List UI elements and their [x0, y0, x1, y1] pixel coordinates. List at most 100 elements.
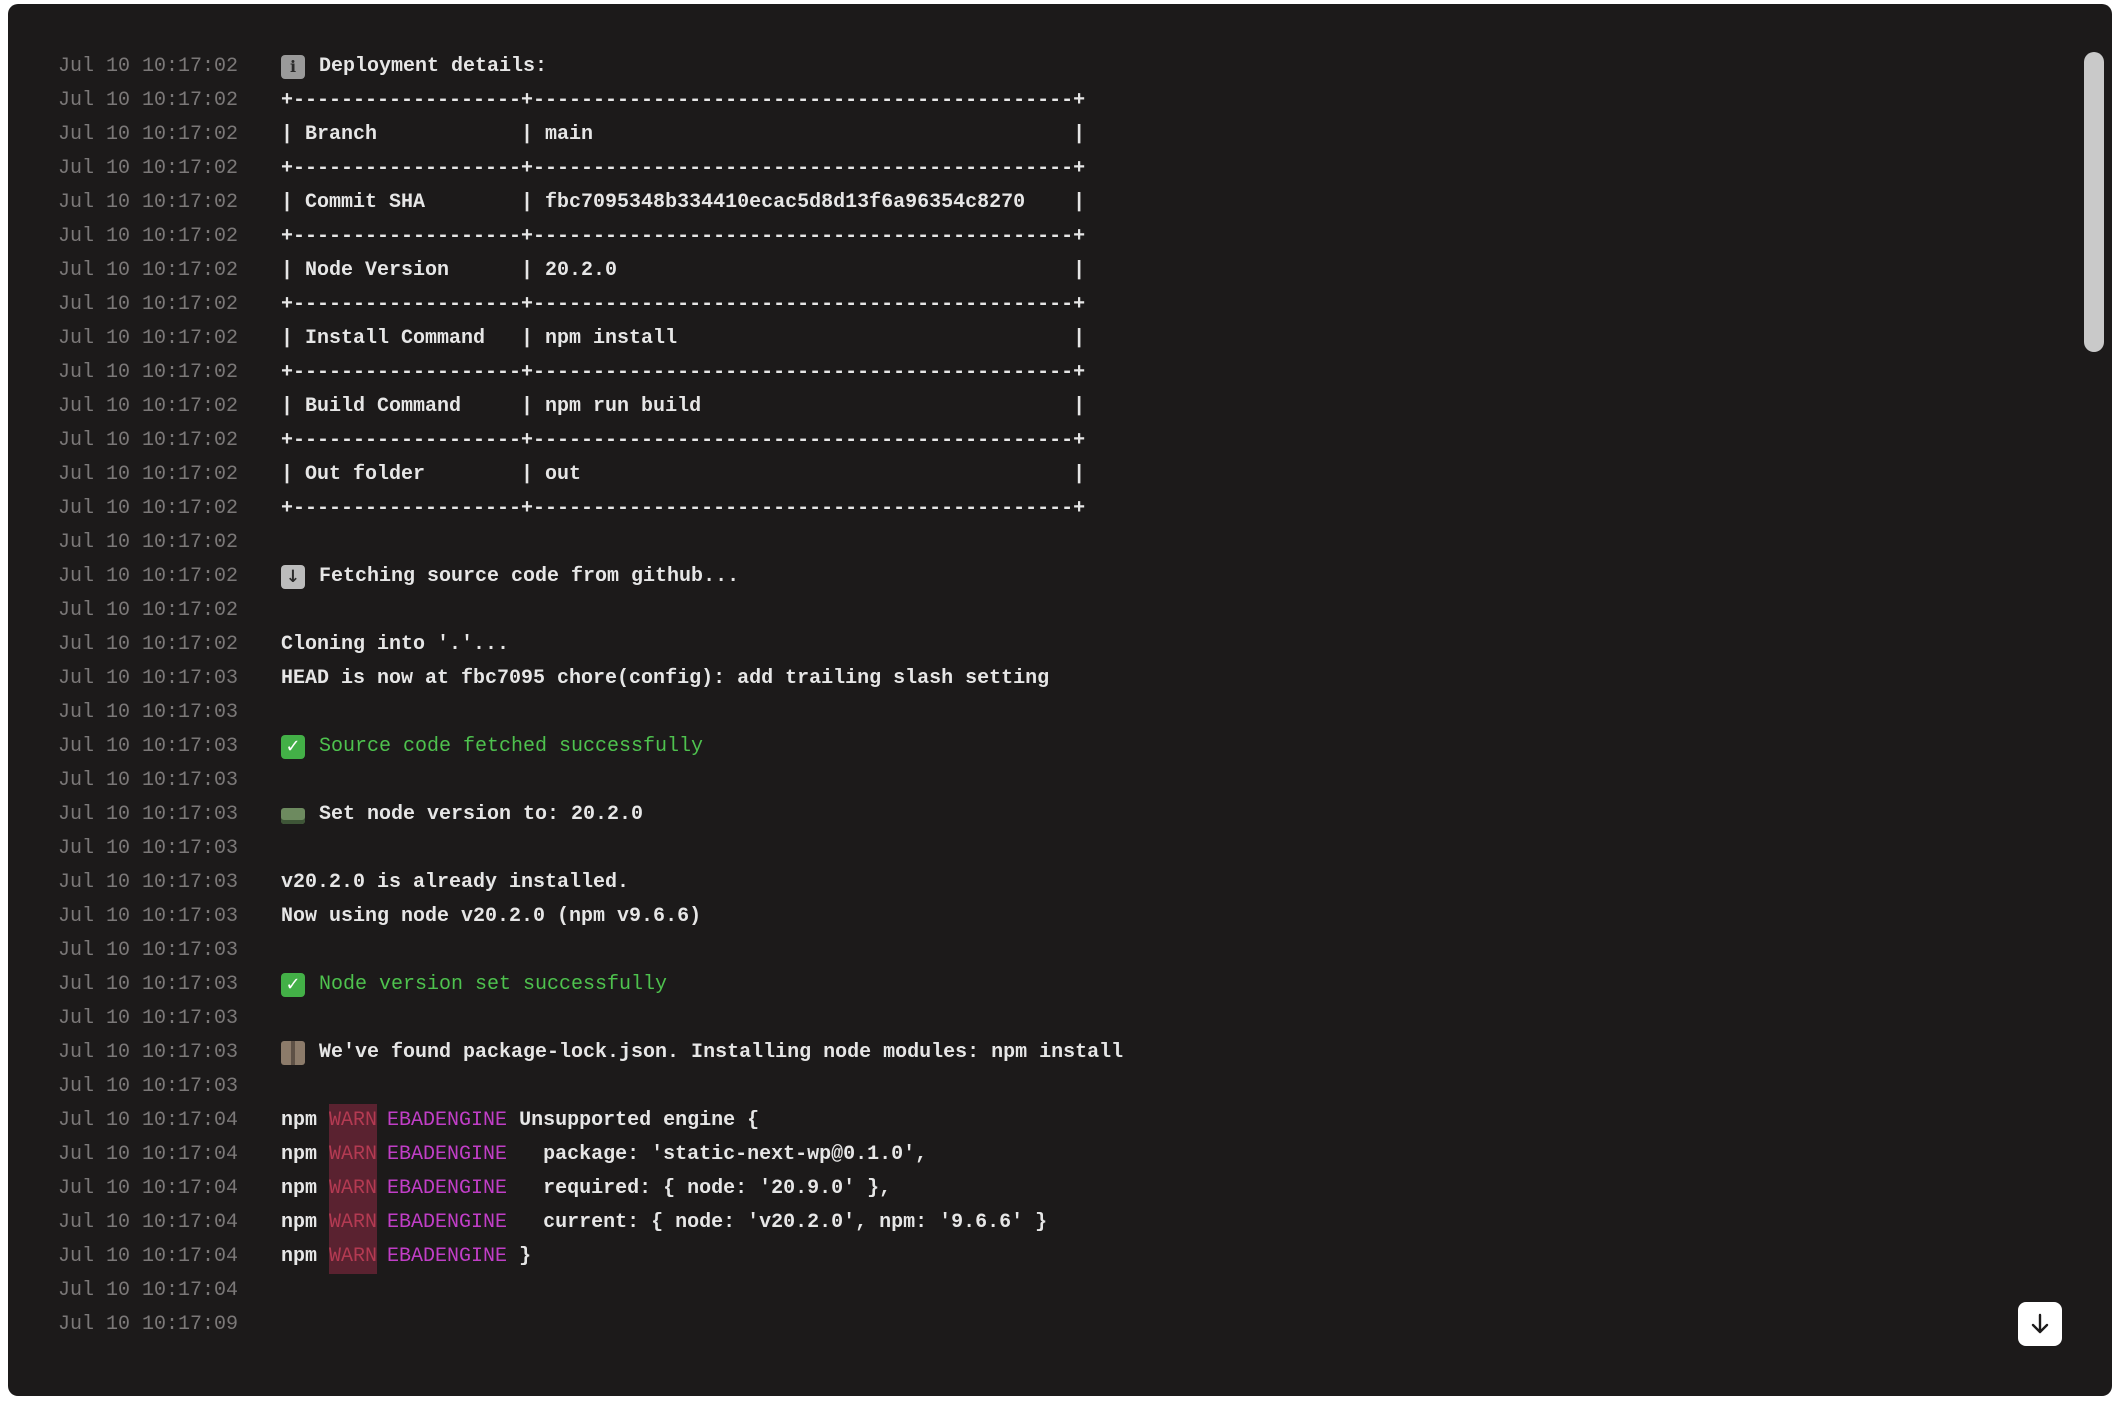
log-message: Now using node v20.2.0 (npm v9.6.6) [281, 900, 701, 934]
log-line: Jul 10 10:17:04 npm WARN EBADENGINE Unsuppor… [8, 1104, 2068, 1138]
log-message: +-------------------+-------------------… [281, 220, 1085, 254]
log-line: Jul 10 10:17:04 [8, 1274, 2068, 1308]
log-timestamp: Jul 10 10:17:02 [58, 191, 239, 214]
npm-prefix: npm [281, 1211, 318, 1234]
log-timestamp: Jul 10 10:17:03 [58, 939, 239, 962]
log-timestamp: Jul 10 10:17:02 [58, 531, 239, 554]
log-line: Jul 10 10:17:03 [8, 832, 2068, 866]
log-message: +-------------------+-------------------… [281, 492, 1085, 526]
log-line: Jul 10 10:17:02 Cloning into '.'... [8, 628, 2068, 662]
log-timestamp: Jul 10 10:17:02 [58, 361, 239, 384]
log-text: Cloning into '.'... [281, 633, 510, 656]
log-timestamp: Jul 10 10:17:03 [58, 1007, 239, 1030]
log-line: Jul 10 10:17:02 | Node Version | 20.2.0 | [8, 254, 2068, 288]
log-message: npm WARN EBADENGINE required: { node: '20.… [281, 1172, 891, 1206]
log-text: Source code fetched successfully [319, 735, 704, 758]
log-line: Jul 10 10:17:02 Fetching source code from… [8, 560, 2068, 594]
log-timestamp: Jul 10 10:17:03 [58, 769, 239, 792]
npm-prefix: npm [281, 1245, 318, 1268]
log-output: Jul 10 10:17:02 Deployment details: Jul 10… [8, 50, 2068, 1348]
log-text: current: { node: 'v20.2.0', npm: '9.6.6'… [519, 1211, 1048, 1234]
log-line: Jul 10 10:17:02 +-------------------+----… [8, 220, 2068, 254]
log-timestamp: Jul 10 10:17:03 [58, 735, 239, 758]
log-line: Jul 10 10:17:02 +-------------------+----… [8, 356, 2068, 390]
log-line: Jul 10 10:17:02 [8, 594, 2068, 628]
log-line: Jul 10 10:17:02 | Branch | main | [8, 118, 2068, 152]
log-line: Jul 10 10:17:04 npm WARN EBADENGINE require… [8, 1172, 2068, 1206]
log-line: Jul 10 10:17:03 Source code fetched succe… [8, 730, 2068, 764]
log-message: | Branch | main | [281, 118, 1085, 152]
log-line: Jul 10 10:17:03 Now using node v20.2.0 (n… [8, 900, 2068, 934]
log-line: Jul 10 10:17:02 | Build Command | npm run… [8, 390, 2068, 424]
log-line: Jul 10 10:17:02 | Install Command | npm i… [8, 322, 2068, 356]
log-timestamp: Jul 10 10:17:03 [58, 973, 239, 996]
log-timestamp: Jul 10 10:17:03 [58, 871, 239, 894]
warn-badge: WARN [329, 1104, 378, 1138]
log-timestamp: Jul 10 10:17:02 [58, 633, 239, 656]
log-timestamp: Jul 10 10:17:02 [58, 599, 239, 622]
log-message: We've found package-lock.json. Installin… [281, 1036, 1123, 1070]
warn-badge: WARN [329, 1206, 378, 1240]
log-timestamp: Jul 10 10:17:02 [58, 497, 239, 520]
log-timestamp: Jul 10 10:17:02 [58, 225, 239, 248]
log-line: Jul 10 10:17:04 npm WARN EBADENGINE current… [8, 1206, 2068, 1240]
log-text: Now using node v20.2.0 (npm v9.6.6) [281, 905, 702, 928]
log-timestamp: Jul 10 10:17:02 [58, 565, 239, 588]
log-text: Fetching source code from github... [319, 565, 740, 588]
log-message: Deployment details: [281, 50, 547, 84]
log-line: Jul 10 10:17:03 [8, 1070, 2068, 1104]
log-timestamp: Jul 10 10:17:02 [58, 395, 239, 418]
engine-code: EBADENGINE [387, 1177, 508, 1200]
log-text: We've found package-lock.json. Installin… [319, 1041, 1124, 1064]
log-text: } [519, 1245, 532, 1268]
log-text: Node version set successfully [319, 973, 668, 996]
npm-prefix: npm [281, 1177, 318, 1200]
log-timestamp: Jul 10 10:17:02 [58, 55, 239, 78]
log-message: | Install Command | npm install | [281, 322, 1085, 356]
log-line: Jul 10 10:17:04 npm WARN EBADENGINE package… [8, 1138, 2068, 1172]
engine-code: EBADENGINE [387, 1143, 508, 1166]
log-timestamp: Jul 10 10:17:03 [58, 701, 239, 724]
log-timestamp: Jul 10 10:17:04 [58, 1211, 239, 1234]
log-message: | Commit SHA | fbc7095348b334410ecac5d8d… [281, 186, 1085, 220]
log-timestamp: Jul 10 10:17:03 [58, 1075, 239, 1098]
log-message: Set node version to: 20.2.0 [281, 798, 643, 832]
log-message: npm WARN EBADENGINE} [281, 1240, 531, 1274]
log-message: | Build Command | npm run build | [281, 390, 1085, 424]
log-timestamp: Jul 10 10:17:02 [58, 429, 239, 452]
log-timestamp: Jul 10 10:17:03 [58, 667, 239, 690]
log-timestamp: Jul 10 10:17:03 [58, 1041, 239, 1064]
log-message: | Out folder | out | [281, 458, 1085, 492]
log-line: Jul 10 10:17:02 +-------------------+----… [8, 424, 2068, 458]
log-message: npm WARN EBADENGINE current: { node: 'v20.… [281, 1206, 1047, 1240]
log-message: HEAD is now at fbc7095 chore(config): ad… [281, 662, 1049, 696]
check-icon [281, 973, 305, 997]
scroll-to-bottom-button[interactable] [2018, 1302, 2062, 1346]
log-timestamp: Jul 10 10:17:04 [58, 1245, 239, 1268]
scrollbar-thumb[interactable] [2084, 52, 2104, 352]
log-message: npm WARN EBADENGINE package: 'static-next-… [281, 1138, 927, 1172]
log-line: Jul 10 10:17:03 v20.2.0 is already instal… [8, 866, 2068, 900]
log-text: +-------------------+-------------------… [281, 157, 1086, 180]
log-message: Cloning into '.'... [281, 628, 509, 662]
log-message: +-------------------+-------------------… [281, 424, 1085, 458]
log-message: | Node Version | 20.2.0 | [281, 254, 1085, 288]
log-text: | Commit SHA | fbc7095348b334410ecac5d8d… [281, 191, 1086, 214]
log-line: Jul 10 10:17:02 | Commit SHA | fbc7095348… [8, 186, 2068, 220]
log-timestamp: Jul 10 10:17:02 [58, 293, 239, 316]
log-timestamp: Jul 10 10:17:04 [58, 1143, 239, 1166]
log-line: Jul 10 10:17:09added 111 packages, and a… [8, 1342, 2068, 1348]
log-line: Jul 10 10:17:03 HEAD is now at fbc7095 ch… [8, 662, 2068, 696]
log-line: Jul 10 10:17:03 We've found package-lock.… [8, 1036, 2068, 1070]
log-timestamp: Jul 10 10:17:04 [58, 1177, 239, 1200]
log-message: added 111 packages, and audited 112 pack… [281, 1342, 881, 1348]
warn-badge: WARN [329, 1172, 378, 1206]
log-text: Unsupported engine { [519, 1109, 760, 1132]
log-text: | Node Version | 20.2.0 | [281, 259, 1086, 282]
log-text: | Build Command | npm run build | [281, 395, 1086, 418]
log-message: +-------------------+-------------------… [281, 356, 1085, 390]
npm-prefix: npm [281, 1143, 318, 1166]
log-message: Fetching source code from github... [281, 560, 739, 594]
keyboard-icon [281, 808, 305, 824]
engine-code: EBADENGINE [387, 1211, 508, 1234]
